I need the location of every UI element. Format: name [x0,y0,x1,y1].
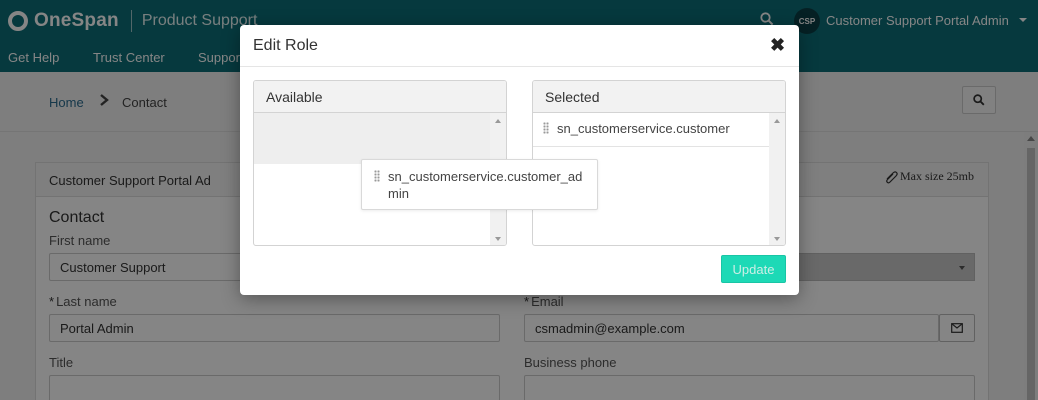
scroll-up-icon[interactable] [495,119,501,123]
drop-placeholder [254,113,490,164]
scroll-up-icon[interactable] [774,119,780,123]
update-button[interactable]: Update [721,255,786,283]
dragging-role-item[interactable]: sn_customerservice.customer_admin [361,159,598,210]
scroll-down-icon[interactable] [495,237,501,241]
scroll-down-icon[interactable] [774,237,780,241]
drag-handle-icon[interactable] [374,170,380,182]
list-item[interactable]: sn_customerservice.customer [533,113,769,147]
dialog-title: Edit Role [253,37,318,54]
role-name: sn_customerservice.customer [557,121,730,136]
selected-scrollbar[interactable] [769,113,785,245]
available-header: Available [254,81,506,113]
selected-header: Selected [533,81,785,113]
dialog-header: Edit Role ✖ [240,25,799,67]
drag-handle-icon[interactable] [543,122,549,134]
role-name: sn_customerservice.customer_admin [388,169,583,201]
close-icon[interactable]: ✖ [770,35,785,56]
